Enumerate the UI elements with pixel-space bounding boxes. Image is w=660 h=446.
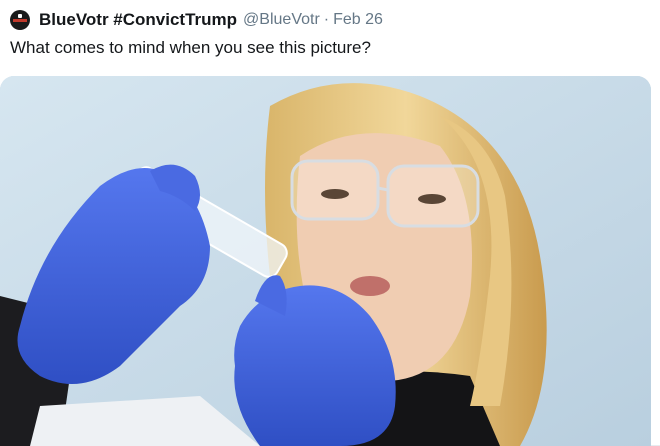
- author-name[interactable]: BlueVotr #ConvictTrump: [39, 10, 237, 30]
- tweet-timestamp[interactable]: Feb 26: [333, 11, 383, 29]
- tweet-text: What comes to mind when you see this pic…: [10, 38, 371, 57]
- photo-illustration: [0, 76, 651, 446]
- author-handle[interactable]: @BlueVotr: [243, 11, 320, 29]
- tweet-card[interactable]: BlueVotr #ConvictTrump @BlueVotr · Feb 2…: [0, 0, 660, 446]
- tweet-header: BlueVotr #ConvictTrump @BlueVotr · Feb 2…: [10, 9, 383, 31]
- tweet-photo[interactable]: [0, 76, 651, 446]
- header-separator: ·: [323, 11, 330, 28]
- avatar[interactable]: [10, 10, 30, 30]
